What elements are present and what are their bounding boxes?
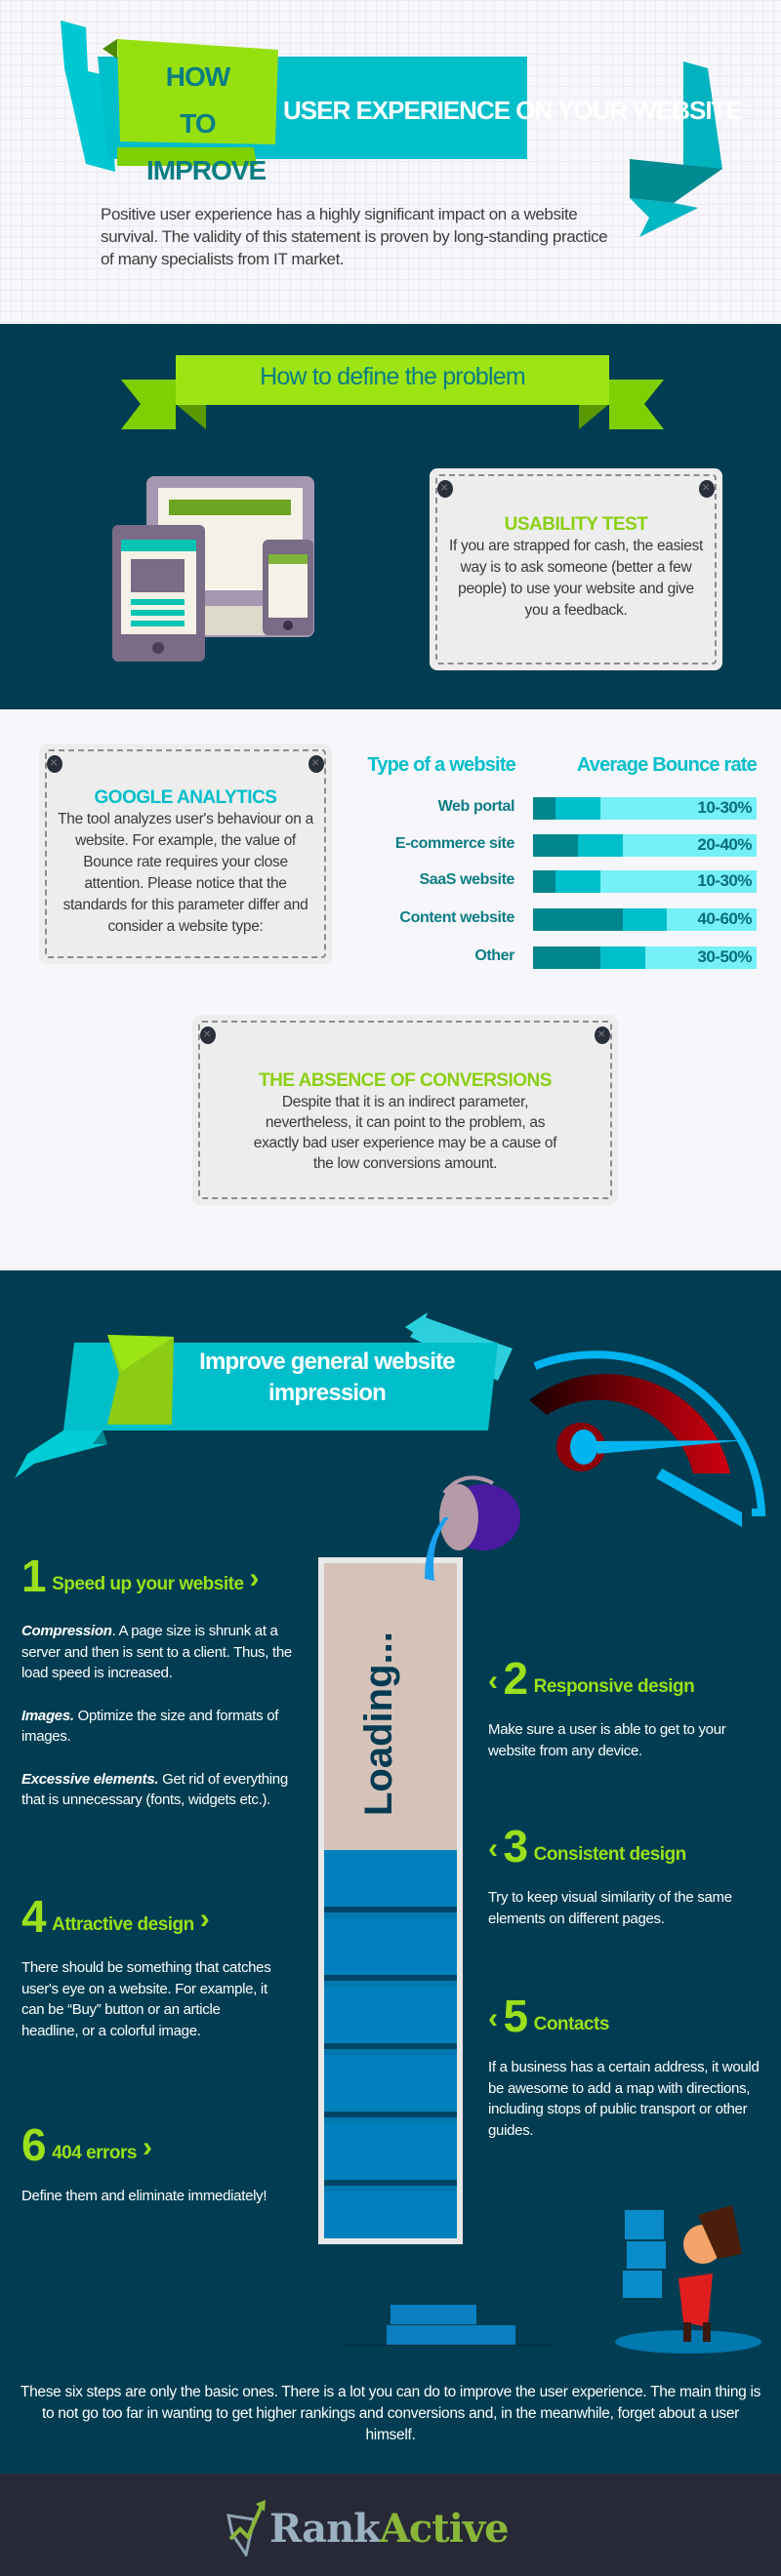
- loading-label: Loading...: [357, 1631, 401, 1816]
- footer: Rank Active: [0, 2474, 781, 2576]
- step-title: Responsive design: [533, 1676, 695, 1697]
- bounce-bar-low: [533, 870, 555, 893]
- bounce-col-rate: Average Bounce rate: [576, 754, 758, 776]
- step-title: Speed up your website: [52, 1574, 244, 1594]
- bounce-col-type: Type of a website: [367, 754, 515, 776]
- brick-icon: [387, 2325, 515, 2345]
- step-title: Contacts: [533, 2014, 610, 2034]
- step-number: 4: [21, 1891, 47, 1942]
- speedometer-icon: [529, 1350, 766, 1527]
- usability-test-card: USABILITY TEST If you are strapped for c…: [430, 468, 722, 670]
- screw-icon: [47, 754, 62, 773]
- intro-text: Positive user experience has a highly si…: [101, 205, 608, 268]
- rankactive-logo[interactable]: Rank Active: [226, 2500, 510, 2556]
- logo-arrow-icon: [226, 2500, 266, 2556]
- screw-icon: [200, 1026, 216, 1044]
- bounce-row-bar: 10-30%: [533, 797, 757, 820]
- step-title: 404 errors: [52, 2143, 137, 2163]
- bounce-row-type: E-commerce site: [394, 835, 514, 852]
- bounce-bar-low: [533, 908, 623, 931]
- bounce-row-range: 30-50%: [697, 947, 752, 966]
- bounce-row-bar: 10-30%: [533, 870, 757, 893]
- bounce-row-bar: 40-60%: [533, 908, 757, 931]
- bounce-row-bar: 30-50%: [533, 946, 757, 969]
- step-paragraph: Compression. A page size is shrunk at a …: [21, 1621, 314, 1684]
- step-paragraph: Images. Optimize the size and formats of…: [21, 1706, 314, 1748]
- bounce-bar-low: [533, 797, 555, 820]
- screw-icon: [308, 754, 324, 773]
- step-number: 5: [503, 1991, 529, 2041]
- title-main: USER EXPERIENCE ON YOUR WEBSITE: [283, 96, 743, 125]
- step-paragraph: Excessive elements. Get rid of everythin…: [21, 1769, 314, 1811]
- step-text: Make sure a user is able to get to your …: [488, 1721, 726, 1759]
- chevron-right-icon: ›: [143, 2131, 152, 2163]
- loading-column: Loading...: [318, 1557, 463, 2244]
- step-title: Attractive design: [52, 1914, 194, 1935]
- step-1: 1 Speed up your website › Compression. A p…: [21, 1550, 314, 1832]
- chevron-left-icon: ‹: [488, 1665, 498, 1697]
- step-number: 2: [503, 1653, 529, 1704]
- devices-illustration: [112, 476, 314, 662]
- screw-icon: [595, 1026, 610, 1044]
- bounce-bar-low: [533, 834, 578, 857]
- step-paragraph-term: Images.: [21, 1707, 74, 1724]
- title-how-to: HOW TO: [165, 61, 230, 139]
- define-ribbon-label: How to define the problem: [260, 363, 526, 390]
- step-paragraph-term: Compression: [21, 1623, 112, 1639]
- screw-icon: [699, 479, 715, 498]
- step-title: Consistent design: [533, 1844, 687, 1865]
- person-carrying-boxes-illustration: [615, 2205, 761, 2354]
- chevron-left-icon: ‹: [488, 2002, 498, 2034]
- step-text: There should be something that catches u…: [21, 1959, 271, 2039]
- bounce-row-range: 40-60%: [697, 909, 752, 928]
- google-analytics-card: GOOGLE ANALYTICS The tool analyzes user'…: [39, 744, 332, 964]
- step-text: Define them and eliminate immediately!: [21, 2188, 267, 2204]
- step-text: Try to keep visual similarity of the sam…: [488, 1889, 732, 1927]
- step-3: ‹ 3 Consistent design Try to keep visual s…: [488, 1821, 761, 1929]
- chevron-left-icon: ‹: [488, 1832, 498, 1865]
- conversions-card: THE ABSENCE OF CONVERSIONS Despite that …: [192, 1015, 618, 1205]
- step-paragraph-term: Excessive elements.: [21, 1770, 159, 1788]
- brick-icon: [390, 2305, 476, 2324]
- title-improve: IMPROVE: [146, 155, 267, 185]
- bounce-row-range: 10-30%: [697, 798, 752, 817]
- logo-active: Active: [379, 2505, 510, 2552]
- bounce-row-bar: 20-40%: [533, 834, 757, 857]
- step-number: 1: [21, 1550, 47, 1601]
- chevron-right-icon: ›: [199, 1903, 210, 1935]
- step-5: ‹ 5 Contacts If a business has a certain a…: [488, 1991, 761, 2141]
- step-4: 4 Attractive design › There should be some…: [21, 1891, 275, 2041]
- bounce-row-range: 20-40%: [697, 835, 752, 854]
- closing-text: These six steps are only the basic ones.…: [20, 2384, 761, 2443]
- improve-ribbon-label: Improve general website impression: [199, 1348, 456, 1406]
- screw-icon: [437, 479, 453, 498]
- step-number: 3: [503, 1821, 529, 1872]
- paint-bucket-icon: [425, 1475, 520, 1581]
- bounce-row-type: Other: [474, 947, 514, 964]
- step-2: ‹ 2 Responsive design Make sure a user is …: [488, 1653, 761, 1761]
- logo-rank: Rank: [269, 2505, 381, 2552]
- step-6: 6 404 errors › Define them and eliminate i…: [21, 2119, 275, 2207]
- bounce-bar-low: [533, 946, 600, 969]
- bounce-row-range: 10-30%: [697, 871, 752, 890]
- chevron-right-icon: ›: [249, 1562, 260, 1594]
- loading-water: [324, 1850, 457, 2238]
- bounce-row-type: Content website: [399, 909, 514, 926]
- step-text: If a business has a certain address, it …: [488, 2059, 760, 2139]
- step-number: 6: [21, 2119, 47, 2170]
- bounce-row-type: Web portal: [437, 798, 515, 815]
- bounce-row-type: SaaS website: [419, 871, 515, 888]
